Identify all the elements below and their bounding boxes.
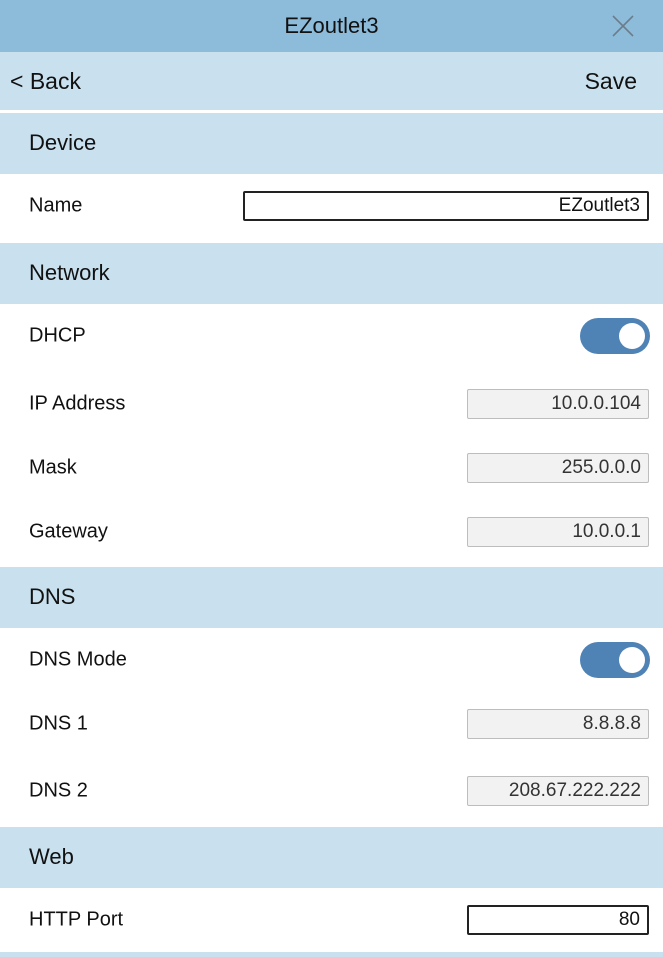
save-button[interactable]: Save xyxy=(585,68,637,95)
dns-1-field xyxy=(467,708,649,739)
dhcp-label: DHCP xyxy=(29,324,86,346)
close-icon[interactable] xyxy=(609,12,637,40)
http-port-input[interactable] xyxy=(467,904,649,935)
toggle-knob xyxy=(619,322,645,349)
row-dns-2: DNS 2 xyxy=(0,759,663,822)
ip-address-label: IP Address xyxy=(29,392,126,414)
section-header-device: Device xyxy=(0,113,663,174)
dns-2-label: DNS 2 xyxy=(29,779,88,801)
section-header-dns: DNS xyxy=(0,567,663,628)
section-header-network: Network xyxy=(0,243,663,304)
section-title-network: Network xyxy=(29,260,110,285)
row-ip-address: IP Address xyxy=(0,372,663,435)
back-button[interactable]: < Back xyxy=(10,68,81,95)
dns-mode-label: DNS Mode xyxy=(29,648,127,670)
name-label: Name xyxy=(29,194,83,216)
name-input[interactable] xyxy=(243,190,649,221)
gateway-label: Gateway xyxy=(29,520,108,542)
section-title-dns: DNS xyxy=(29,584,76,609)
section-bottom-edge xyxy=(0,952,663,957)
mask-field xyxy=(467,452,649,483)
row-dns-mode: DNS Mode xyxy=(0,628,663,691)
row-dns-1: DNS 1 xyxy=(0,692,663,755)
toggle-knob xyxy=(619,646,645,673)
row-mask: Mask xyxy=(0,436,663,499)
settings-page: EZoutlet3 < Back Save Device Name Networ… xyxy=(0,0,663,957)
title-bar: EZoutlet3 xyxy=(0,0,663,52)
ip-address-field xyxy=(467,388,649,419)
row-http-port: HTTP Port xyxy=(0,888,663,951)
dhcp-toggle[interactable] xyxy=(580,317,650,354)
section-title-web: Web xyxy=(29,844,74,869)
dns-1-label: DNS 1 xyxy=(29,712,88,734)
window-title: EZoutlet3 xyxy=(284,13,379,38)
gateway-field xyxy=(467,516,649,547)
row-dhcp: DHCP xyxy=(0,304,663,367)
row-gateway: Gateway xyxy=(0,500,663,563)
dns-2-field xyxy=(467,775,649,806)
section-title-device: Device xyxy=(29,130,97,155)
row-name: Name xyxy=(0,174,663,237)
nav-bar: < Back Save xyxy=(0,52,663,110)
dns-mode-toggle[interactable] xyxy=(580,641,650,678)
mask-label: Mask xyxy=(29,456,77,478)
section-header-web: Web xyxy=(0,827,663,888)
http-port-label: HTTP Port xyxy=(29,908,124,930)
